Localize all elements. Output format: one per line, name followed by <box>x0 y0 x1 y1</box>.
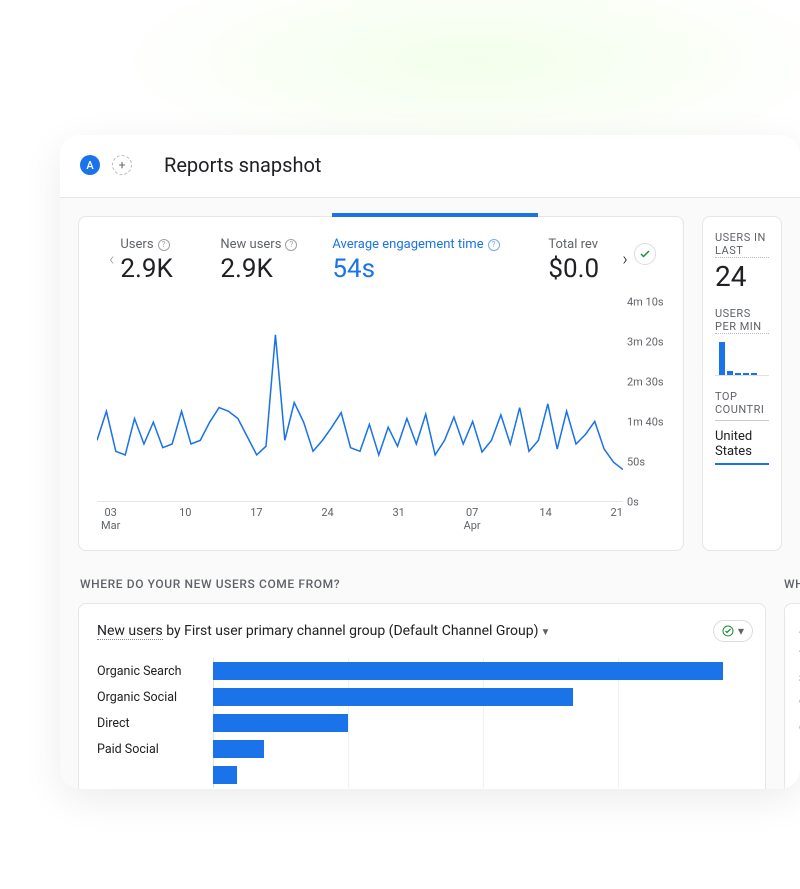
bar-chart-title[interactable]: New users by First user primary channel … <box>97 623 550 639</box>
x-tick: 07Apr <box>464 506 481 532</box>
channel-bar-chart: Organic Search Organic Social Direct Paid S… <box>97 658 753 788</box>
bar-row[interactable]: Direct <box>97 710 753 736</box>
mini-bar <box>735 373 741 375</box>
x-tick: 31 <box>392 506 404 532</box>
metric-users[interactable]: Users ? 2.9K <box>120 233 220 284</box>
overview-card: ‹ Users ? 2.9K New users ? 2.9K <box>78 216 684 551</box>
metric-value: 2.9K <box>120 254 220 284</box>
y-tick: 3m 20s <box>627 336 664 349</box>
users-per-minute-label: USERS PER MIN <box>715 307 769 334</box>
x-tick: 03Mar <box>101 506 120 532</box>
top-countries-label: TOP COUNTRI <box>715 390 769 421</box>
metric-avg-engagement[interactable]: Average engagement time ? 54s <box>332 233 548 284</box>
metrics-next-button[interactable]: › <box>618 233 627 270</box>
line-chart-svg <box>97 302 623 484</box>
bar-fill <box>213 714 348 732</box>
mini-bar <box>719 342 725 375</box>
help-icon[interactable]: ? <box>158 239 170 251</box>
realtime-users-label: USERS IN LAST <box>715 231 769 258</box>
chevron-down-icon: ▾ <box>738 624 744 638</box>
mini-bar <box>743 373 749 375</box>
bar-fill <box>213 766 237 784</box>
metric-label: Total rev <box>548 237 598 252</box>
mini-bar <box>751 373 757 375</box>
y-axis: 4m 10s3m 20s2m 30s1m 40s50s0s <box>623 302 671 502</box>
metrics-prev-button[interactable]: ‹ <box>109 233 120 270</box>
metric-label: New users <box>220 237 281 252</box>
realtime-card: USERS IN LAST 24 USERS PER MIN TOP COUNT… <box>702 216 782 551</box>
y-tick: 0s <box>627 496 639 509</box>
bar-label: Organic Search <box>97 664 205 679</box>
add-comparison-button[interactable]: + <box>112 155 132 175</box>
check-icon <box>639 248 651 260</box>
bar-fill <box>213 688 573 706</box>
metric-new-users[interactable]: New users ? 2.9K <box>220 233 332 284</box>
metric-label: Average engagement time <box>332 237 483 252</box>
top-country-link[interactable]: United States <box>715 429 769 465</box>
x-tick: 17 <box>250 506 262 532</box>
metric-label: Users <box>120 237 153 252</box>
help-icon[interactable]: ? <box>488 239 500 251</box>
x-axis: 03Mar 10 17 24 31 07Apr 14 21 <box>97 506 671 532</box>
bar-label: Organic Social <box>97 690 205 705</box>
metric-value: 54s <box>332 254 548 284</box>
plus-icon: + <box>119 158 126 172</box>
right-section-heading: WHAT <box>784 577 800 591</box>
metric-value: 2.9K <box>220 254 332 284</box>
data-quality-dropdown[interactable]: ▾ <box>713 620 753 642</box>
bar-fill <box>213 740 264 758</box>
metric-value: $0.0 <box>548 254 618 284</box>
bar-row[interactable]: Organic Search <box>97 658 753 684</box>
bar-label: Direct <box>97 716 205 731</box>
metric-revenue[interactable]: Total rev $0.0 <box>548 233 618 284</box>
bar-row[interactable]: Organic Social <box>97 684 753 710</box>
check-icon <box>722 625 734 637</box>
x-tick: 24 <box>321 506 333 532</box>
analytics-dashboard: A + Reports snapshot ‹ Users ? 2.9K <box>60 135 800 789</box>
y-tick: 2m 30s <box>627 376 664 389</box>
account-badge[interactable]: A <box>80 155 100 175</box>
bar-row[interactable]: Paid Social <box>97 736 753 762</box>
realtime-users-value: 24 <box>715 260 769 293</box>
x-tick: 21 <box>611 506 623 532</box>
new-users-channel-card: New users by First user primary channel … <box>78 603 766 789</box>
y-tick: 4m 10s <box>627 296 664 309</box>
chevron-down-icon: ▼ <box>541 627 551 638</box>
bar-label: Paid Social <box>97 742 205 757</box>
bar-row[interactable] <box>97 762 753 788</box>
data-quality-badge[interactable] <box>634 243 656 265</box>
engagement-line-chart: 4m 10s3m 20s2m 30s1m 40s50s0s <box>97 302 671 502</box>
sessions-card: S S SIOODiS <box>784 603 800 789</box>
x-tick: 10 <box>179 506 191 532</box>
page-title: Reports snapshot <box>164 153 321 177</box>
bar-fill <box>213 662 723 680</box>
y-tick: 1m 40s <box>627 416 664 429</box>
new-users-section-heading: WHERE DO YOUR NEW USERS COME FROM? <box>80 577 766 591</box>
help-icon[interactable]: ? <box>285 239 297 251</box>
metrics-scorecards: ‹ Users ? 2.9K New users ? 2.9K <box>97 233 671 284</box>
mini-bar <box>727 371 733 375</box>
y-tick: 50s <box>627 456 645 469</box>
x-tick: 14 <box>539 506 551 532</box>
users-per-minute-chart <box>715 336 769 376</box>
page-header: A + Reports snapshot <box>60 135 800 198</box>
